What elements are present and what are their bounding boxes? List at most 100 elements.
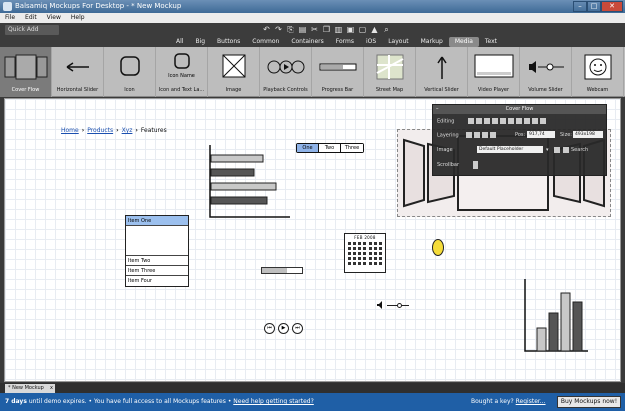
bring-forward-icon[interactable] — [474, 132, 481, 138]
calendar-day[interactable] — [363, 247, 367, 250]
volume-knob[interactable] — [397, 302, 402, 308]
calendar-day[interactable] — [353, 257, 357, 260]
calendar-day[interactable] — [373, 252, 377, 255]
bring-front-icon[interactable] — [466, 132, 473, 138]
calendar-day[interactable] — [378, 257, 382, 260]
calendar-day[interactable] — [368, 257, 372, 260]
calendar-day[interactable] — [373, 247, 377, 250]
menu-view[interactable]: View — [42, 13, 66, 23]
calendar-day[interactable] — [348, 257, 352, 260]
tab-buttons[interactable]: Buttons — [211, 37, 246, 47]
calendar-day[interactable] — [378, 242, 382, 245]
tab-containers[interactable]: Containers — [285, 37, 329, 47]
list-item[interactable]: Item Four — [126, 276, 188, 286]
calendar-day[interactable] — [358, 242, 362, 245]
copy-icon[interactable] — [484, 118, 491, 124]
minimize-button[interactable]: – — [573, 1, 587, 12]
calendar-day[interactable] — [368, 252, 372, 255]
image-dropdown-icon[interactable]: ▾ — [546, 147, 549, 153]
search-checkbox[interactable] — [563, 147, 569, 153]
calendar-day[interactable] — [373, 257, 377, 260]
calendar-day[interactable] — [353, 247, 357, 250]
calendar[interactable]: FEB 2008 — [344, 233, 386, 273]
breadcrumb-home[interactable]: Home — [61, 127, 79, 134]
send-backward-icon[interactable] — [482, 132, 489, 138]
library-item-street-map[interactable]: Street Map — [364, 47, 416, 97]
tab-common[interactable]: Common — [246, 37, 285, 47]
vertical-bar-chart[interactable] — [520, 277, 590, 357]
library-item-icon-and-text[interactable]: Icon Name Icon and Text La... — [156, 47, 208, 97]
inspector-collapse-icon[interactable]: – — [436, 105, 439, 114]
library-item-image[interactable]: Image — [208, 47, 260, 97]
calendar-day[interactable] — [353, 252, 357, 255]
image-browse-icon[interactable] — [554, 147, 560, 153]
property-inspector[interactable]: – Cover Flow Editing Layering Pos: 917,7… — [432, 104, 607, 176]
paste-icon[interactable] — [492, 118, 499, 124]
buy-button[interactable]: Buy Mockups now! — [557, 396, 621, 408]
scrollbar-toggle-icon[interactable] — [473, 161, 478, 169]
duplicate-icon[interactable] — [508, 118, 515, 124]
menu-file[interactable]: File — [0, 13, 20, 23]
list-item[interactable]: Item Two — [126, 256, 188, 266]
volume-slider[interactable] — [377, 301, 409, 309]
fast-forward-button[interactable]: ⏭ — [292, 323, 303, 334]
calendar-day[interactable] — [358, 257, 362, 260]
paste-icon[interactable]: ▤ — [298, 25, 307, 34]
tab-ios[interactable]: iOS — [360, 37, 382, 47]
redo-icon[interactable]: ↷ — [274, 25, 283, 34]
menu-edit[interactable]: Edit — [20, 13, 42, 23]
cut-icon[interactable] — [500, 118, 507, 124]
button-bar-three[interactable]: Three — [341, 144, 363, 152]
breadcrumb-products[interactable]: Products — [87, 127, 113, 134]
library-item-webcam[interactable]: Webcam — [572, 47, 624, 97]
library-item-icon[interactable]: Icon — [104, 47, 156, 97]
menu-help[interactable]: Help — [66, 13, 90, 23]
calendar-day[interactable] — [378, 247, 382, 250]
tab-all[interactable]: All — [170, 37, 189, 47]
list-item[interactable]: Item Three — [126, 266, 188, 276]
library-item-playback-controls[interactable]: Playback Controls — [260, 47, 312, 97]
calendar-day[interactable] — [348, 262, 352, 265]
calendar-day[interactable] — [353, 262, 357, 265]
library-item-progress-bar[interactable]: Progress Bar — [312, 47, 364, 97]
calendar-day[interactable] — [358, 252, 362, 255]
image-select[interactable]: Default Placeholder — [477, 146, 543, 153]
calendar-day[interactable] — [358, 247, 362, 250]
breadcrumb-xyz[interactable]: Xyz — [122, 127, 133, 134]
ungroup-icon[interactable] — [532, 118, 539, 124]
delete-icon[interactable] — [516, 118, 523, 124]
library-item-video-player[interactable]: Video Player — [468, 47, 520, 97]
list-item[interactable]: Item One — [126, 216, 188, 226]
calendar-day[interactable] — [378, 252, 382, 255]
library-item-horizontal-slider[interactable]: Horizontal Slider — [52, 47, 104, 97]
library-item-volume-slider[interactable]: Volume Slider — [520, 47, 572, 97]
play-button[interactable]: ▶ — [278, 323, 289, 334]
close-tab-icon[interactable]: x — [50, 384, 53, 393]
close-button[interactable]: ✕ — [601, 1, 623, 12]
tab-big[interactable]: Big — [189, 37, 211, 47]
calendar-day[interactable] — [353, 242, 357, 245]
calendar-day[interactable] — [368, 242, 372, 245]
calendar-day[interactable] — [373, 262, 377, 265]
lock-icon[interactable]: ▲ — [370, 25, 379, 34]
calendar-day[interactable] — [363, 257, 367, 260]
calendar-day[interactable] — [368, 247, 372, 250]
calendar-day[interactable] — [348, 252, 352, 255]
register-link[interactable]: Register... — [516, 398, 546, 405]
help-link[interactable]: Need help getting started? — [233, 398, 314, 405]
maximize-button[interactable]: □ — [587, 1, 601, 12]
copy-icon[interactable]: ⎘ — [286, 25, 295, 34]
undo-icon[interactable] — [468, 118, 475, 124]
cut-icon[interactable]: ✂ — [310, 25, 319, 34]
tab-forms[interactable]: Forms — [330, 37, 360, 47]
delete-icon[interactable]: ▥ — [334, 25, 343, 34]
library-item-vertical-slider[interactable]: Vertical Slider — [416, 47, 468, 97]
button-bar-two[interactable]: Two — [319, 144, 341, 152]
calendar-day[interactable] — [358, 262, 362, 265]
calendar-day[interactable] — [368, 262, 372, 265]
group-icon[interactable] — [524, 118, 531, 124]
yellow-note-shape[interactable] — [432, 239, 444, 256]
tab-new-mockup[interactable]: * New Mockup x — [5, 384, 55, 393]
calendar-day[interactable] — [348, 242, 352, 245]
inspector-header[interactable]: – Cover Flow — [433, 105, 606, 114]
